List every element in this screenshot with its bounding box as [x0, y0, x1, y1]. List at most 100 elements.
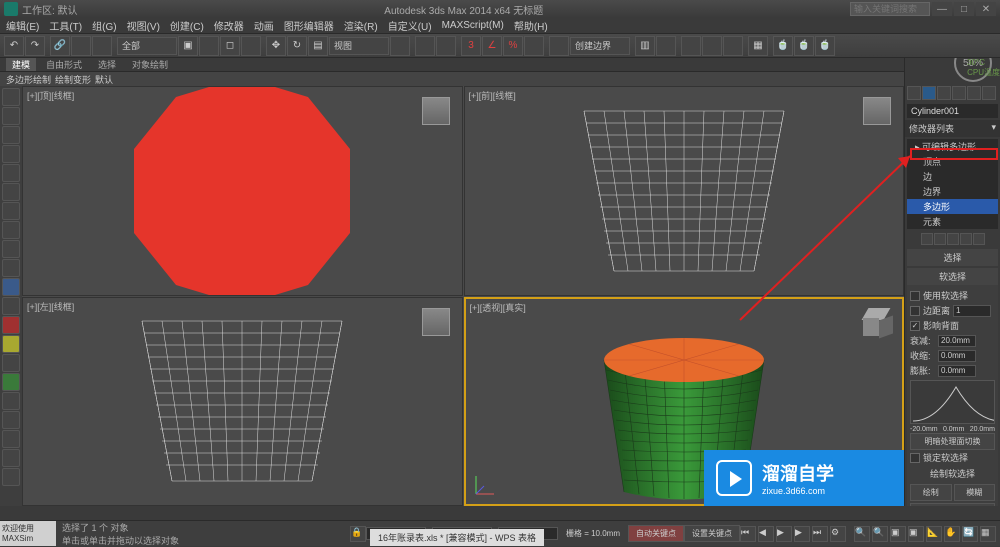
lt-btn-17[interactable] [2, 392, 20, 410]
rollout-selection[interactable]: 选择 [907, 249, 998, 266]
lt-btn-10[interactable] [2, 259, 20, 277]
auto-key-button[interactable]: 自动关键点 [628, 525, 684, 542]
link-button[interactable]: 🔗 [50, 36, 70, 56]
lock-selection-button[interactable]: 🔒 [350, 526, 366, 542]
select-object-button[interactable]: ▣ [178, 36, 198, 56]
window-crossing-button[interactable] [241, 36, 261, 56]
menu-group[interactable]: 组(G) [92, 18, 116, 33]
affect-backfacing-checkbox[interactable] [910, 321, 920, 331]
scale-button[interactable]: ▤ [308, 36, 328, 56]
menu-maxscript[interactable]: MAXScript(M) [442, 20, 504, 31]
manipulate-button[interactable] [415, 36, 435, 56]
menu-edit[interactable]: 编辑(E) [6, 18, 39, 33]
menu-graph-editors[interactable]: 图形编辑器 [284, 18, 334, 33]
undo-button[interactable]: ↶ [4, 36, 24, 56]
angle-snap-button[interactable]: ∠ [482, 36, 502, 56]
snap-toggle-button[interactable]: 3 [461, 36, 481, 56]
use-soft-selection-checkbox[interactable] [910, 291, 920, 301]
viewcube-perspective[interactable] [858, 305, 894, 341]
viewport-top[interactable]: [+][顶][线框] [22, 86, 463, 296]
move-button[interactable]: ✥ [266, 36, 286, 56]
modifier-list-dropdown[interactable]: 修改器列表▾ [905, 120, 1000, 137]
edge-distance-spinner[interactable]: 1 [953, 305, 991, 317]
close-button[interactable]: ✕ [976, 2, 996, 16]
shaded-face-toggle-button[interactable]: 明暗处理面切换 [910, 433, 995, 450]
mod-item-editable-poly[interactable]: ▸ 可编辑多边形 [907, 139, 998, 154]
menu-tools[interactable]: 工具(T) [49, 18, 82, 33]
create-tab[interactable] [907, 86, 921, 100]
keyboard-button[interactable] [436, 36, 456, 56]
layer-manager-button[interactable] [681, 36, 701, 56]
viewport-label-perspective[interactable]: [+][透视][真实] [470, 301, 526, 314]
object-name-field[interactable]: Cylinder001 [907, 104, 998, 118]
mod-sub-edge[interactable]: 边 [907, 169, 998, 184]
percent-snap-button[interactable]: % [503, 36, 523, 56]
time-config-button[interactable]: ⚙ [830, 526, 846, 542]
zoom-extents-all-button[interactable]: ▣ [908, 526, 924, 542]
render-frame-button[interactable]: 🍵 [794, 36, 814, 56]
blur-button[interactable]: 模糊 [954, 484, 996, 501]
prev-frame-button[interactable]: ◀ [758, 526, 774, 542]
viewport-front[interactable]: [+][前][线框] [464, 86, 905, 296]
menu-customize[interactable]: 自定义(U) [388, 18, 432, 33]
max-toggle-button[interactable]: ▦ [980, 526, 996, 542]
pin-stack-button[interactable] [921, 233, 933, 245]
lt-btn-15[interactable] [2, 354, 20, 372]
menu-modifiers[interactable]: 修改器 [214, 18, 244, 33]
selection-filter-dropdown[interactable]: 全部 [117, 37, 177, 55]
falloff-spinner[interactable]: 20.0mm [938, 335, 976, 347]
pan-button[interactable]: ✋ [944, 526, 960, 542]
viewport-left[interactable]: [+][左][线框] [22, 297, 463, 507]
ribbon-tab-freeform[interactable]: 自由形式 [40, 58, 88, 71]
viewport-label-top[interactable]: [+][顶][线框] [27, 89, 74, 102]
ribbon-tab-object-paint[interactable]: 对象绘制 [126, 58, 174, 71]
lt-btn-19[interactable] [2, 430, 20, 448]
lt-btn-16[interactable] [2, 373, 20, 391]
menu-animation[interactable]: 动画 [254, 18, 274, 33]
lt-btn-9[interactable] [2, 240, 20, 258]
fov-button[interactable]: 📐 [926, 526, 942, 542]
paint-button[interactable]: 绘制 [910, 484, 952, 501]
viewcube-top[interactable] [418, 93, 454, 129]
menu-help[interactable]: 帮助(H) [514, 18, 548, 33]
display-tab[interactable] [967, 86, 981, 100]
zoom-extents-button[interactable]: ▣ [890, 526, 906, 542]
lt-btn-18[interactable] [2, 411, 20, 429]
rotate-button[interactable]: ↻ [287, 36, 307, 56]
render-setup-button[interactable]: 🍵 [773, 36, 793, 56]
help-search-input[interactable] [850, 2, 930, 16]
maxscript-listener[interactable]: 欢迎使用 MAXSim [0, 521, 56, 546]
render-button[interactable]: 🍵 [815, 36, 835, 56]
lt-btn-5[interactable] [2, 164, 20, 182]
select-region-button[interactable]: ◻ [220, 36, 240, 56]
show-end-result-button[interactable] [934, 233, 946, 245]
lt-btn-7[interactable] [2, 202, 20, 220]
menu-rendering[interactable]: 渲染(R) [344, 18, 378, 33]
viewcube-front[interactable] [859, 93, 895, 129]
app-logo-icon[interactable] [4, 2, 18, 16]
menu-view[interactable]: 视图(V) [127, 18, 160, 33]
lt-btn-20[interactable] [2, 449, 20, 467]
modify-tab[interactable] [922, 86, 936, 100]
ribbon-paint-deform[interactable]: 绘制变形 [55, 73, 91, 86]
maximize-button[interactable]: □ [954, 2, 974, 16]
hierarchy-tab[interactable] [937, 86, 951, 100]
lt-btn-4[interactable] [2, 145, 20, 163]
set-key-button[interactable]: 设置关键点 [684, 525, 740, 542]
lock-soft-checkbox[interactable] [910, 453, 920, 463]
viewport-label-left[interactable]: [+][左][线框] [27, 300, 74, 313]
lt-btn-1[interactable] [2, 88, 20, 106]
material-editor-button[interactable]: ▦ [748, 36, 768, 56]
ribbon-default[interactable]: 默认 [95, 73, 113, 86]
menu-create[interactable]: 创建(C) [170, 18, 204, 33]
zoom-all-button[interactable]: 🔍 [872, 526, 888, 542]
mod-sub-polygon[interactable]: 多边形 [907, 199, 998, 214]
modifier-stack[interactable]: ▸ 可编辑多边形 顶点 边 边界 多边形 元素 [907, 139, 998, 229]
curve-editor-button[interactable] [702, 36, 722, 56]
lt-btn-8[interactable] [2, 221, 20, 239]
viewcube-left[interactable] [418, 304, 454, 340]
revert-button[interactable]: 复原 [910, 503, 995, 506]
make-unique-button[interactable] [947, 233, 959, 245]
lt-btn-6[interactable] [2, 183, 20, 201]
utilities-tab[interactable] [982, 86, 996, 100]
